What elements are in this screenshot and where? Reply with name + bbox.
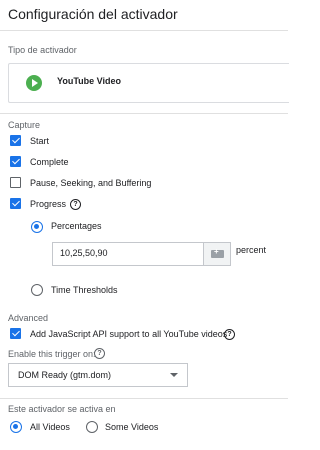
percentages-label: Percentages <box>51 221 102 231</box>
caret-down-icon <box>170 373 178 377</box>
play-circle-icon <box>26 75 42 91</box>
advanced-label: Advanced <box>8 313 49 323</box>
section-divider <box>0 398 288 399</box>
trigger-type-label: Tipo de activador <box>8 45 77 55</box>
complete-checkbox[interactable] <box>10 156 21 167</box>
help-icon[interactable]: ? <box>94 348 105 359</box>
some-videos-label: Some Videos <box>105 422 159 432</box>
js-api-checkbox[interactable] <box>10 328 21 339</box>
pause-seeking-buffering-checkbox[interactable] <box>10 177 21 188</box>
insert-variable-button[interactable] <box>203 242 231 266</box>
percent-unit-label: percent <box>236 245 267 255</box>
help-icon[interactable]: ? <box>70 199 81 210</box>
enable-trigger-select[interactable]: DOM Ready (gtm.dom) <box>8 363 188 387</box>
start-checkbox[interactable] <box>10 135 21 146</box>
trigger-type-card[interactable]: YouTube Video <box>8 63 289 103</box>
percentages-field[interactable] <box>52 242 204 266</box>
section-divider <box>0 113 288 114</box>
percentages-radio[interactable] <box>31 221 43 233</box>
trigger-type-name: YouTube Video <box>57 76 122 86</box>
time-thresholds-label: Time Thresholds <box>51 285 118 295</box>
all-videos-radio[interactable] <box>10 421 22 433</box>
trigger-config-panel: Configuración del activador Tipo de acti… <box>0 0 289 450</box>
start-label: Start <box>30 136 50 146</box>
help-icon[interactable]: ? <box>224 329 235 340</box>
js-api-label: Add JavaScript API support to all YouTub… <box>30 329 228 339</box>
enable-trigger-value: DOM Ready (gtm.dom) <box>18 370 112 380</box>
variable-icon <box>211 247 224 258</box>
pause-seeking-buffering-label: Pause, Seeking, and Buffering <box>30 178 152 188</box>
time-thresholds-radio[interactable] <box>31 284 43 296</box>
panel-header: Configuración del activador <box>0 0 288 31</box>
some-videos-radio[interactable] <box>86 421 98 433</box>
fires-on-label: Este activador se activa en <box>8 404 116 414</box>
all-videos-label: All Videos <box>30 422 70 432</box>
complete-label: Complete <box>30 157 69 167</box>
capture-label: Capture <box>8 120 41 130</box>
panel-title: Configuración del activador <box>8 6 178 22</box>
progress-checkbox[interactable] <box>10 198 21 209</box>
enable-trigger-label: Enable this trigger on: <box>8 349 96 359</box>
progress-label: Progress <box>30 199 67 209</box>
percentages-input[interactable] <box>60 248 200 258</box>
